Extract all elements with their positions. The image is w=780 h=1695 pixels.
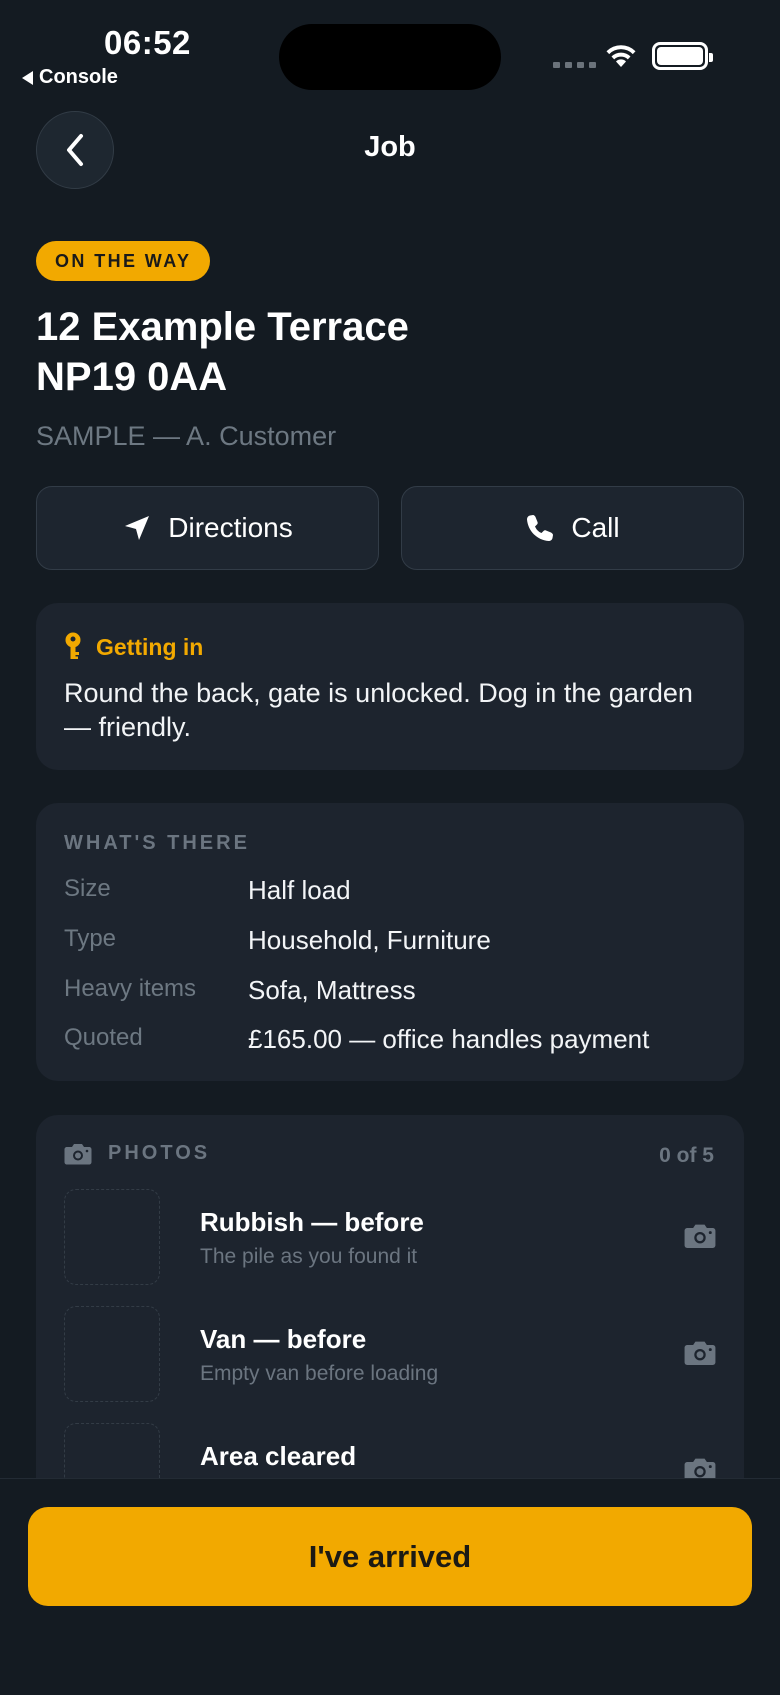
getting-in-title: Getting in [96,633,204,660]
address-line-2: NP19 0AA [36,355,228,399]
back-triangle-icon [22,70,33,85]
back-to-app-link[interactable]: Console [22,66,118,89]
photo-thumbnail-placeholder[interactable] [64,1189,160,1285]
photos-header: PHOTOS [64,1142,210,1165]
detail-value: Half load [248,875,351,905]
photo-item-description: Empty van before loading [200,1362,439,1385]
detail-row-quoted: Quoted £165.00 — office handles payment [64,1024,649,1055]
dynamic-island [279,24,501,90]
phone-icon [527,515,554,541]
detail-row-type: Type Household, Furniture [64,925,491,956]
camera-icon [64,1143,92,1164]
getting-in-header: Getting in [64,632,203,662]
detail-key: Quoted [64,1024,143,1051]
photo-thumbnail-placeholder[interactable] [64,1306,160,1402]
directions-button[interactable]: Directions [36,486,379,570]
photos-card: PHOTOS 0 of 5 Rubbish — before The pile … [36,1115,744,1515]
detail-key: Heavy items [64,975,197,1002]
photos-count: 0 of 5 [659,1144,714,1167]
cellular-signal-icon [553,62,596,68]
photo-item[interactable]: Rubbish — before The pile as you found i… [64,1189,716,1285]
photo-item[interactable]: Van — before Empty van before loading [64,1306,716,1402]
key-icon [65,632,81,659]
photo-item-title: Van — before [200,1324,367,1354]
job-address: 12 Example Terrace NP19 0AA [36,302,409,402]
camera-icon[interactable] [684,1223,716,1249]
whats-there-title: WHAT'S THERE [64,832,250,854]
call-label: Call [571,512,620,543]
detail-row-heavy-items: Heavy items Sofa, Mattress [64,975,416,1006]
job-reference: SAMPLE — A. Customer [36,421,337,451]
detail-key: Size [64,875,111,902]
status-badge: ON THE WAY [36,241,211,281]
getting-in-card: Getting in Round the back, gate is unloc… [36,603,744,770]
photo-item-title: Area cleared [200,1441,357,1471]
detail-value: Household, Furniture [248,925,491,955]
camera-icon[interactable] [684,1340,716,1366]
address-line-1: 12 Example Terrace [36,305,409,349]
page-title: Job [364,131,416,163]
status-time: 06:52 [104,24,191,61]
photo-item-title: Rubbish — before [200,1207,424,1237]
arrived-button[interactable]: I've arrived [28,1507,752,1606]
detail-value: Sofa, Mattress [248,975,416,1005]
photo-item-description: The pile as you found it [200,1245,418,1268]
directions-label: Directions [168,512,293,543]
call-button[interactable]: Call [401,486,744,570]
detail-value: £165.00 — office handles payment [248,1024,650,1054]
status-bar: 06:52 Console [0,0,780,100]
back-app-label: Console [39,66,118,88]
detail-key: Type [64,925,117,952]
wifi-icon [606,45,636,67]
getting-in-notes: Round the back, gate is unlocked. Dog in… [64,678,693,742]
photos-title: PHOTOS [108,1142,211,1164]
detail-row-size: Size Half load [64,875,351,906]
battery-icon [652,42,713,70]
navigation-arrow-icon [125,516,150,540]
